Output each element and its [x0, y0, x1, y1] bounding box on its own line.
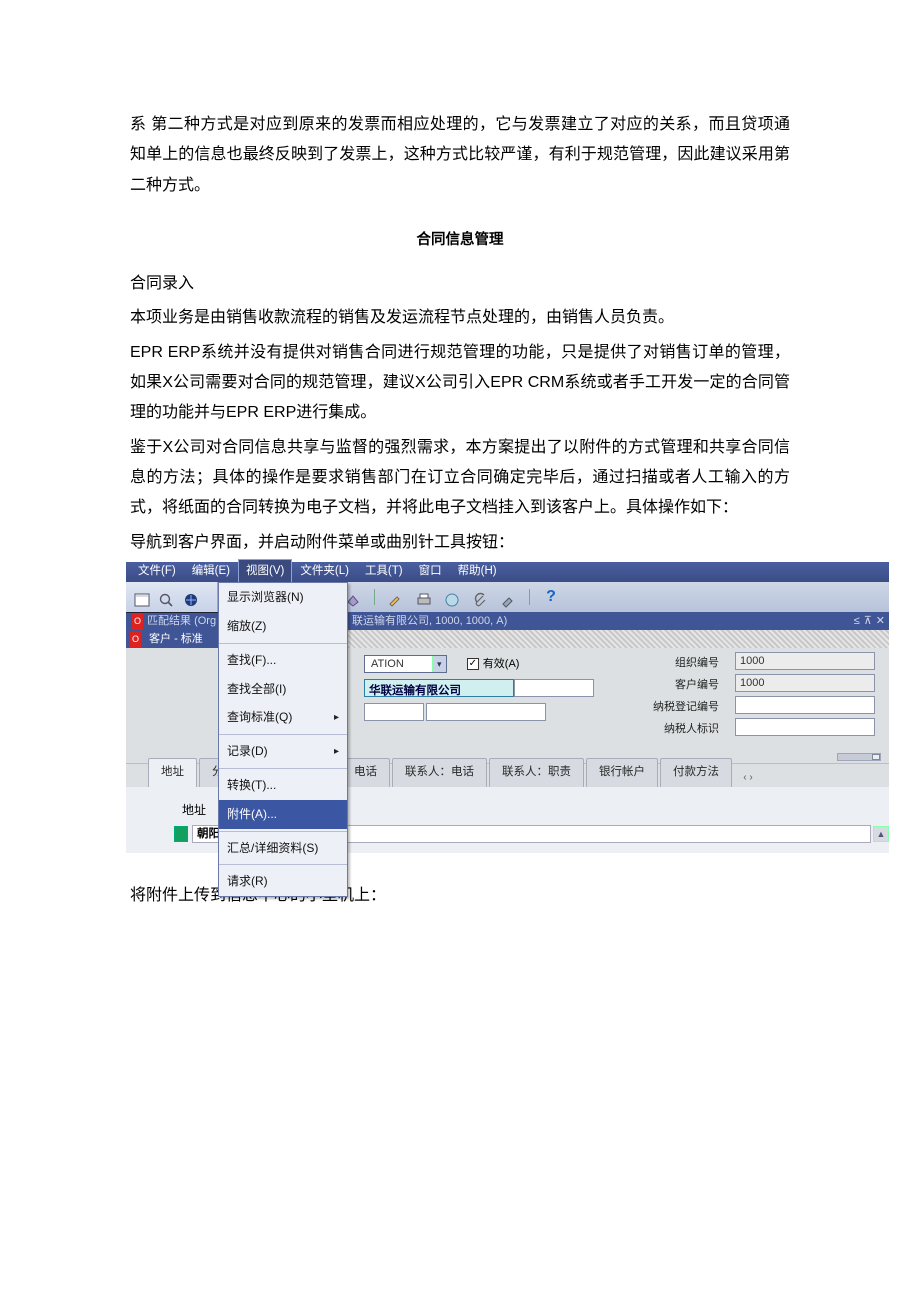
globe-icon[interactable] [443, 589, 461, 605]
label-tax-reg-no: 纳税登记编号 [653, 696, 719, 718]
pencil-icon[interactable] [387, 589, 405, 605]
active-checkbox-label: 有效(A) [483, 654, 520, 675]
label-customer-no: 客户编号 [653, 674, 719, 696]
right-labels: 组织编号 客户编号 纳税登记编号 纳税人标识 [653, 652, 719, 740]
tab-bank-account[interactable]: 银行帐户 [586, 758, 658, 787]
menu-find-all[interactable]: 查找全部(I) [219, 675, 347, 704]
separator-icon-2 [529, 589, 530, 605]
org-no-field[interactable]: 1000 [735, 652, 875, 670]
tax-reg-no-field[interactable] [735, 696, 875, 714]
oracle-badge-icon-2: O [130, 631, 141, 648]
erp-screenshot: 文件(F) 编辑(E) 视图(V) 文件夹(L) 工具(T) 窗口 帮助(H) [126, 562, 889, 853]
toolbar-left [126, 582, 218, 612]
menubar: 文件(F) 编辑(E) 视图(V) 文件夹(L) 工具(T) 窗口 帮助(H) [126, 562, 889, 582]
attach-icon[interactable] [471, 589, 489, 605]
customer-no-field[interactable]: 1000 [735, 674, 875, 692]
paragraph-5: 鉴于X公司对合同信息共享与监督的强烈需求，本方案提出了以附件的方式管理和共享合同… [130, 433, 790, 524]
menu-zoom[interactable]: 缩放(Z) [219, 612, 347, 641]
paragraph-1: 系 第二种方式是对应到原来的发票而相应处理的，它与发票建立了对应的关系，而且贷项… [130, 110, 790, 201]
tabs-scroll-indicator[interactable]: ‹ › [734, 764, 762, 787]
taxpayer-id-field[interactable] [735, 718, 875, 736]
close-icon[interactable]: ✕ [876, 611, 885, 632]
row-marker-icon[interactable] [174, 826, 188, 842]
checkbox-icon: ✓ [467, 658, 479, 670]
nav-icon[interactable] [182, 589, 200, 605]
tab-phone[interactable]: 电话 [341, 758, 390, 787]
maximize-icon[interactable]: ⊼ [864, 611, 872, 632]
menu-request[interactable]: 请求(R) [219, 867, 347, 896]
blank-field-2[interactable] [426, 703, 546, 721]
paragraph-6: 导航到客户界面，并启动附件菜单或曲别针工具按钮： [130, 528, 790, 558]
type-combo[interactable]: ATION ▾ [364, 655, 447, 673]
tab-contact-phone[interactable]: 联系人：电话 [392, 758, 487, 787]
tab-payment-method[interactable]: 付款方法 [660, 758, 732, 787]
menu-record[interactable]: 记录(D)▸ [219, 737, 347, 766]
submenu-arrow-icon: ▸ [334, 708, 339, 727]
type-combo-value: ATION [365, 654, 432, 675]
view-dropdown: 显示浏览器(N) 缩放(Z) 查找(F)... 查找全部(I) 查询标准(Q)▸… [218, 582, 348, 897]
right-fields: 1000 1000 [735, 652, 875, 740]
menu-convert[interactable]: 转换(T)... [219, 771, 347, 800]
tab-address[interactable]: 地址 [148, 758, 197, 787]
menu-show-browser[interactable]: 显示浏览器(N) [219, 583, 347, 612]
menu-find[interactable]: 查找(F)... [219, 646, 347, 675]
window-subtitle: 联运输有限公司, 1000, 1000, A) [348, 612, 841, 630]
print-icon[interactable] [415, 589, 433, 605]
label-taxpayer-id: 纳税人标识 [653, 718, 719, 740]
tab-contact-role[interactable]: 联系人：职责 [489, 758, 584, 787]
scroll-thumb[interactable] [872, 754, 880, 760]
customer-standard-label: 客户 - 标准 [145, 629, 203, 650]
window-buttons: ≤ ⊼ ✕ [841, 612, 889, 630]
menu-attachment[interactable]: 附件(A)... [219, 800, 347, 829]
tools-icon[interactable] [499, 589, 517, 605]
chevron-down-icon[interactable]: ▾ [432, 656, 446, 672]
menu-summary-detail[interactable]: 汇总/详细资料(S) [219, 834, 347, 863]
oracle-badge-icon: O [132, 613, 143, 630]
menu-query-criteria[interactable]: 查询标准(Q)▸ [219, 703, 347, 732]
paragraph-2: 合同录入 [130, 269, 790, 299]
active-checkbox[interactable]: ✓ 有效(A) [467, 654, 520, 675]
new-icon[interactable] [134, 589, 152, 605]
separator-icon [374, 589, 375, 605]
paragraph-3: 本项业务是由销售收款流程的销售及发运流程节点处理的，由销售人员负责。 [130, 303, 790, 333]
search-icon[interactable] [158, 589, 176, 605]
scroll-track[interactable] [837, 753, 881, 761]
label-org-no: 组织编号 [653, 652, 719, 674]
scroll-up-icon[interactable]: ▲ [873, 826, 889, 842]
blank-field-1[interactable] [364, 703, 424, 721]
company-name-field[interactable]: 华联运输有限公司 [364, 679, 514, 697]
minimize-icon[interactable]: ≤ [854, 611, 860, 632]
paragraph-4: EPR ERP系统并没有提供对销售合同进行规范管理的功能，只是提供了对销售订单的… [130, 338, 790, 429]
company-code-field[interactable] [514, 679, 594, 697]
section-title: 合同信息管理 [130, 227, 790, 255]
help-icon[interactable]: ? [542, 589, 560, 605]
submenu-arrow-icon-2: ▸ [334, 742, 339, 761]
